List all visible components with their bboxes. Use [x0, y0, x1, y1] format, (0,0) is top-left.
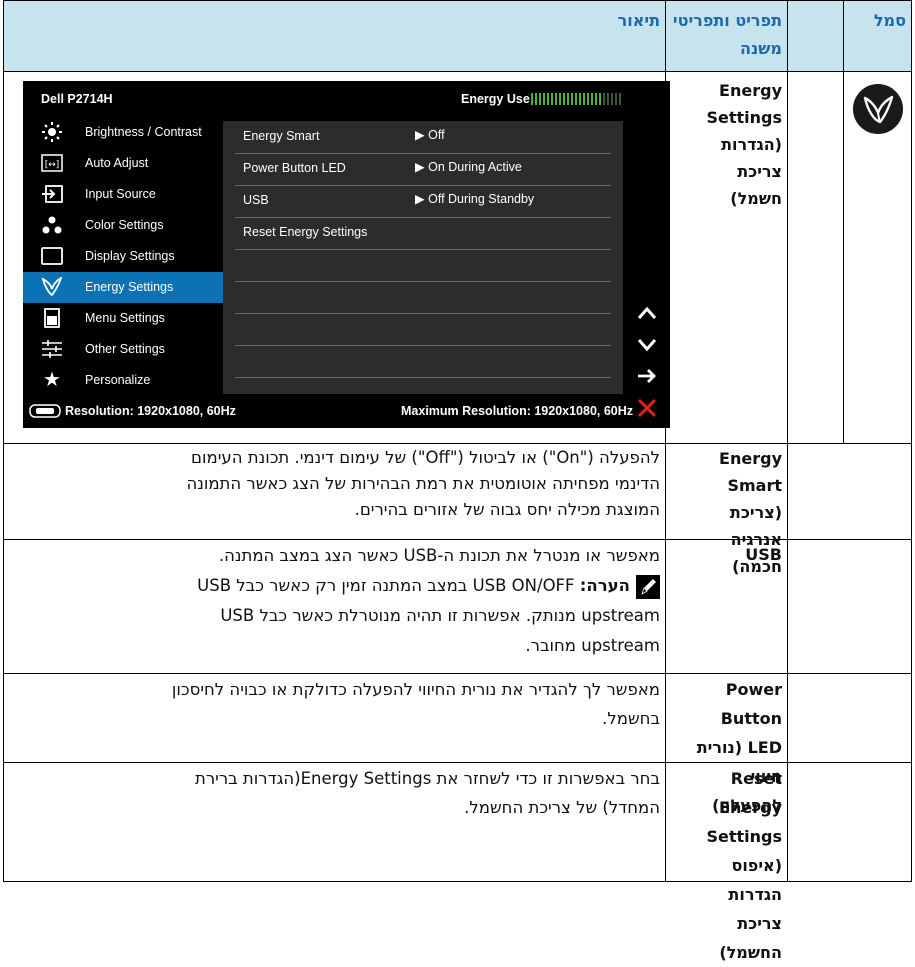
osd-option-empty	[235, 345, 611, 378]
osd-menu-item-auto-adjust[interactable]: [↔] Auto Adjust	[23, 148, 223, 179]
header-menu-line2: משנה	[740, 39, 782, 58]
menu-icon	[41, 303, 63, 328]
energy-meter-bar	[611, 93, 613, 105]
leaf-icon	[41, 272, 63, 297]
osd-menu-item-brightness[interactable]: Brightness / Contrast	[23, 117, 223, 148]
down-arrow-icon[interactable]	[635, 335, 659, 355]
osd-option-usb[interactable]: USB ▶ Off During Standby	[235, 185, 611, 218]
osd-nav-buttons	[623, 81, 670, 428]
osd-menu-item-color[interactable]: Color Settings	[23, 210, 223, 241]
up-arrow-icon[interactable]	[635, 303, 659, 323]
close-icon[interactable]	[635, 397, 659, 419]
osd-option-power-led[interactable]: Power Button LED ▶ On During Active	[235, 153, 611, 186]
row-desc-usb: מאפשר או מנטרל את תכונת ה-USB כאשר הצג ב…	[14, 541, 660, 661]
osd-menu-item-other[interactable]: Other Settings	[23, 334, 223, 365]
osd-menu: Brightness / Contrast [↔] Auto Adjust In…	[23, 81, 223, 428]
energy-meter-bar	[535, 93, 537, 105]
settings-table: סמל תפריט ותפריטי משנה תיאור Energy Sett…	[3, 0, 912, 962]
right-arrow-icon[interactable]	[635, 366, 659, 386]
osd-option-reset[interactable]: Reset Energy Settings	[235, 217, 611, 250]
osd-option-energy-smart[interactable]: Energy Smart ▶ Off	[235, 121, 611, 154]
usb-note: הערה: USB ON/OFF במצב המתנה זמין רק כאשר…	[14, 571, 660, 601]
energy-meter-bar	[543, 93, 545, 105]
input-source-icon	[41, 179, 63, 203]
energy-meter-bar	[603, 93, 605, 105]
osd-options-panel: Energy Smart ▶ Off Power Button LED ▶ On…	[223, 121, 623, 394]
osd-resolution: Resolution: 1920x1080, 60Hz	[65, 404, 236, 418]
color-dots-icon	[41, 210, 63, 235]
energy-meter-bar	[563, 93, 565, 105]
display-icon	[41, 241, 63, 265]
energy-settings-title: Energy Settings (הגדרות צריכת חשמל)	[706, 81, 782, 208]
energy-meter-bar	[531, 93, 533, 105]
row-name-usb: USB	[745, 545, 782, 564]
osd-option-empty	[235, 313, 611, 346]
energy-meter-bar	[575, 93, 577, 105]
energy-meter-bar	[587, 93, 589, 105]
row-name-reset: Reset Energy Settings (איפוס הגדרות צריכ…	[706, 769, 782, 962]
sun-icon	[41, 117, 63, 143]
osd-option-empty	[235, 281, 611, 314]
energy-meter-bar	[591, 93, 593, 105]
header-description: תיאור	[617, 11, 660, 30]
osd-energy-use: Energy Use	[461, 92, 530, 106]
energy-meter-bar	[583, 93, 585, 105]
energy-use-meter	[531, 92, 623, 106]
energy-meter-bar	[615, 93, 617, 105]
energy-meter-bar	[567, 93, 569, 105]
leaf-icon	[852, 83, 904, 135]
osd-menu-item-personalize[interactable]: ★ Personalize	[23, 365, 223, 396]
star-icon: ★	[43, 369, 61, 391]
energy-meter-bar	[551, 93, 553, 105]
osd-menu-item-input-source[interactable]: Input Source	[23, 179, 223, 210]
sliders-icon	[41, 334, 63, 358]
osd-screenshot: Dell P2714H Energy Use Brightness / Cont…	[23, 81, 670, 428]
energy-meter-bar	[599, 93, 601, 105]
header-menu-line1: תפריט ותפריטי	[672, 11, 782, 30]
play-arrow-icon: ▶	[415, 128, 429, 142]
energy-meter-bar	[539, 93, 541, 105]
connector-icon	[29, 404, 61, 418]
osd-max-resolution: Maximum Resolution: 1920x1080, 60Hz	[401, 404, 634, 418]
document-page: סמל תפריט ותפריטי משנה תיאור Energy Sett…	[0, 0, 915, 962]
osd-menu-item-energy[interactable]: Energy Settings	[23, 272, 223, 303]
energy-meter-bar	[595, 93, 597, 105]
energy-meter-bar	[607, 93, 609, 105]
energy-meter-bar	[555, 93, 557, 105]
header-symbol: סמל	[873, 11, 906, 30]
energy-meter-bar	[619, 93, 621, 105]
energy-meter-bar	[547, 93, 549, 105]
energy-meter-bar	[579, 93, 581, 105]
row-desc-reset: בחר באפשרות זו כדי לשחזר את Energy Setti…	[194, 769, 660, 817]
auto-adjust-icon: [↔]	[41, 148, 63, 172]
osd-option-empty	[235, 249, 611, 282]
row-desc-power-led: מאפשר לך להגדיר את נורית החיווי להפעלה כ…	[171, 680, 660, 728]
osd-menu-item-menu[interactable]: Menu Settings	[23, 303, 223, 334]
note-pencil-icon	[636, 574, 660, 599]
osd-menu-item-display[interactable]: Display Settings	[23, 241, 223, 272]
header-menu: תפריט ותפריטי משנה	[672, 7, 782, 63]
energy-meter-bar	[559, 93, 561, 105]
svg-text:[↔]: [↔]	[45, 160, 60, 170]
play-arrow-icon: ▶	[415, 192, 429, 206]
play-arrow-icon: ▶	[415, 160, 429, 174]
row-desc-energy-smart: להפעלה ("On") או לביטול ("Off") של עימום…	[186, 448, 660, 519]
energy-meter-bar	[571, 93, 573, 105]
